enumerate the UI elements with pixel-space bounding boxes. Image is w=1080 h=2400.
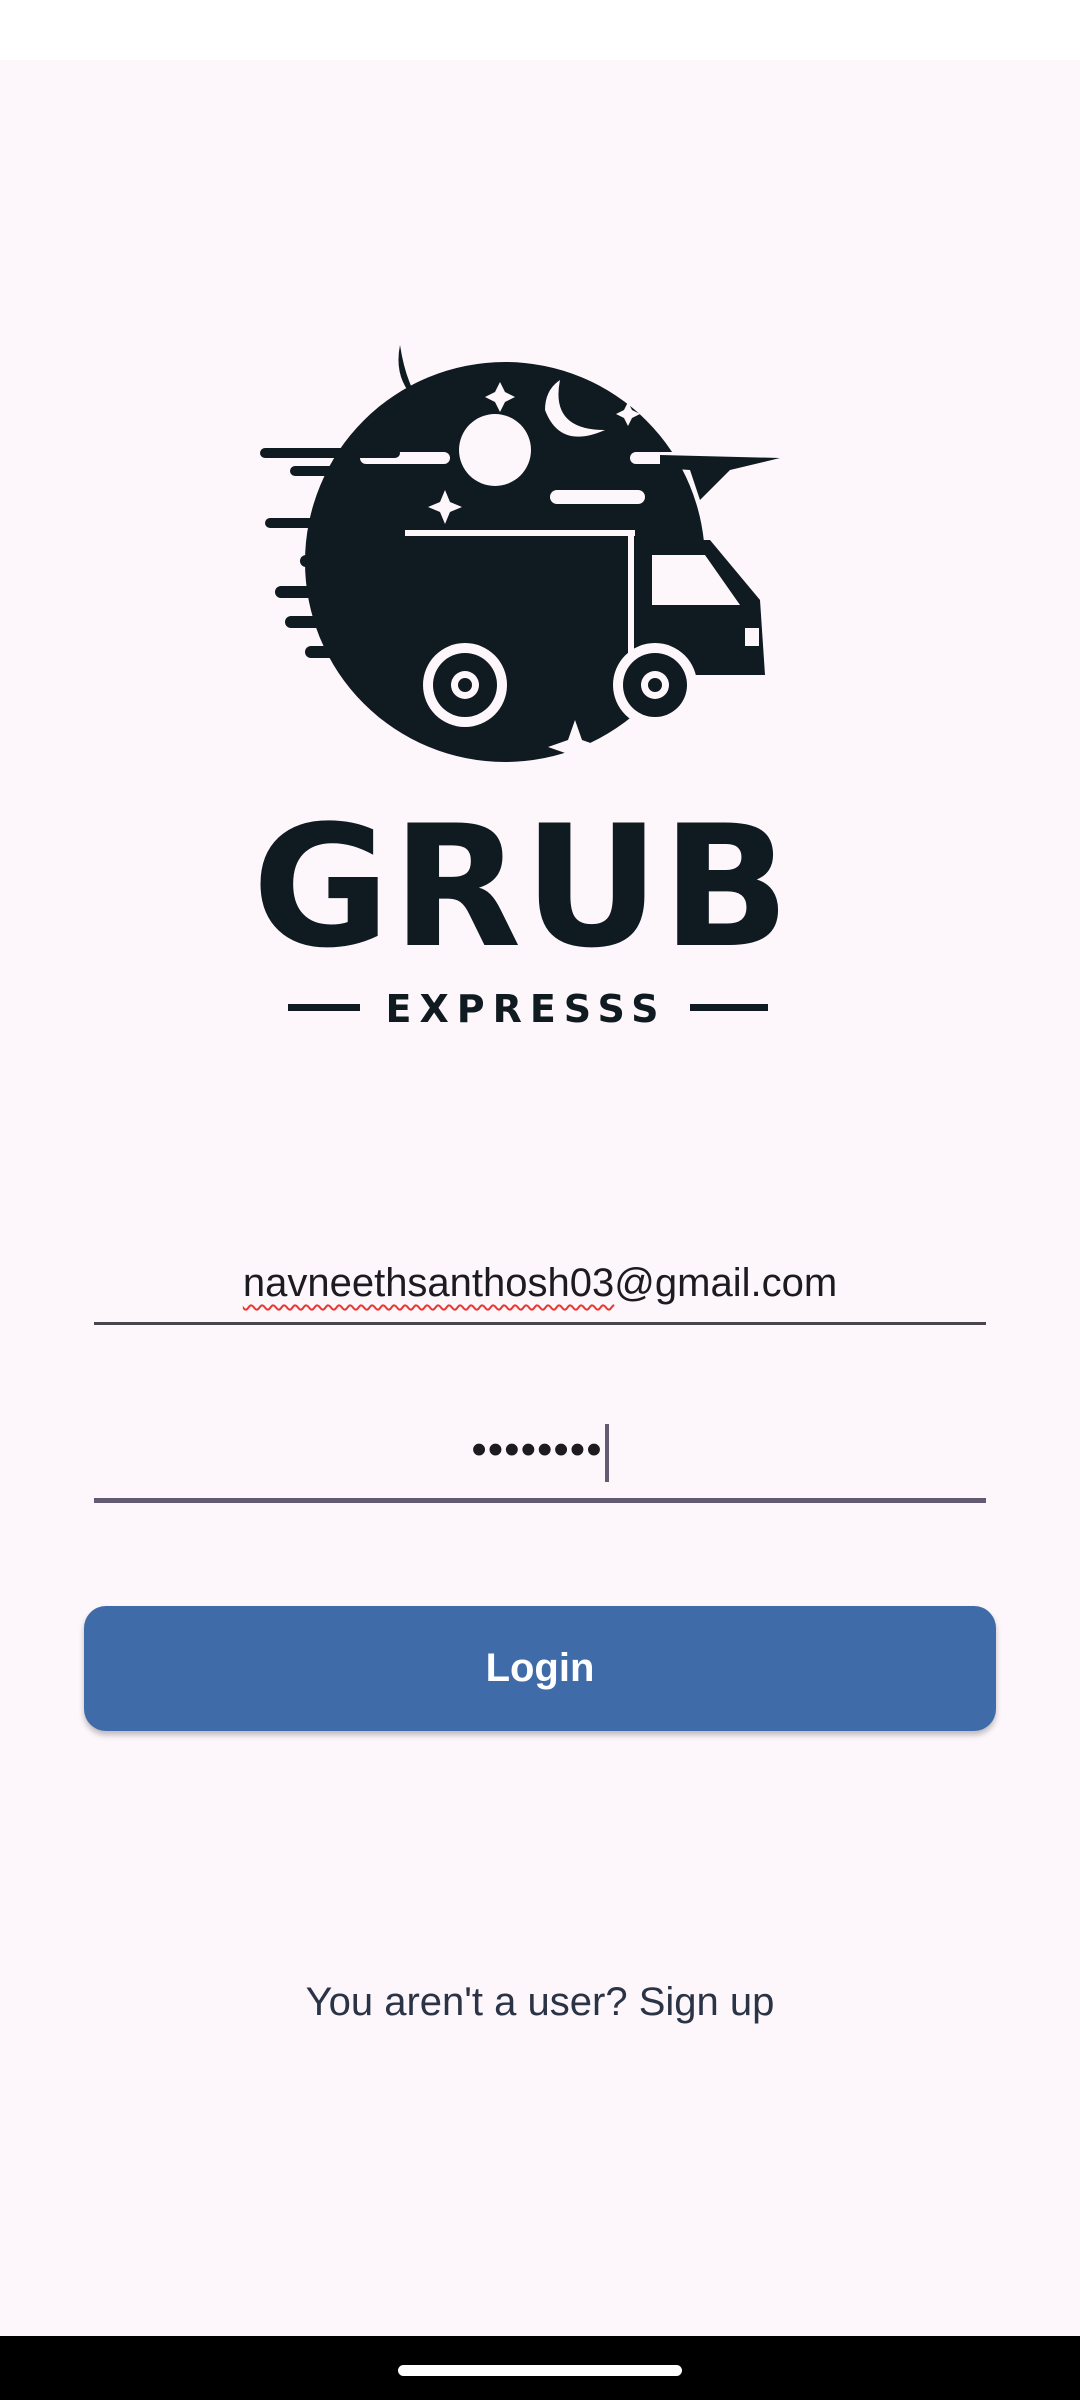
- password-underline: [94, 1498, 986, 1503]
- text-cursor: [604, 1424, 609, 1483]
- password-field[interactable]: ••••••••: [94, 1418, 986, 1503]
- email-value: navneethsanthosh03@gmail.com: [242, 1261, 838, 1305]
- navigation-bar: [0, 2336, 1080, 2400]
- login-button[interactable]: Login: [84, 1606, 996, 1731]
- home-gesture-handle[interactable]: [398, 2365, 682, 2376]
- grub-express-logo: GRUB EXPRESSS: [260, 340, 800, 1040]
- logo-title: GRUB: [260, 789, 792, 985]
- logo-subtitle: EXPRESSS: [385, 987, 666, 1031]
- email-underline: [94, 1322, 986, 1325]
- status-bar: [0, 0, 1080, 60]
- email-field[interactable]: navneethsanthosh03@gmail.com: [94, 1255, 986, 1325]
- password-value: ••••••••: [471, 1425, 603, 1474]
- delivery-van-icon: GRUB EXPRESSS: [260, 345, 792, 1031]
- signup-link[interactable]: You aren't a user? Sign up: [0, 1980, 1080, 2025]
